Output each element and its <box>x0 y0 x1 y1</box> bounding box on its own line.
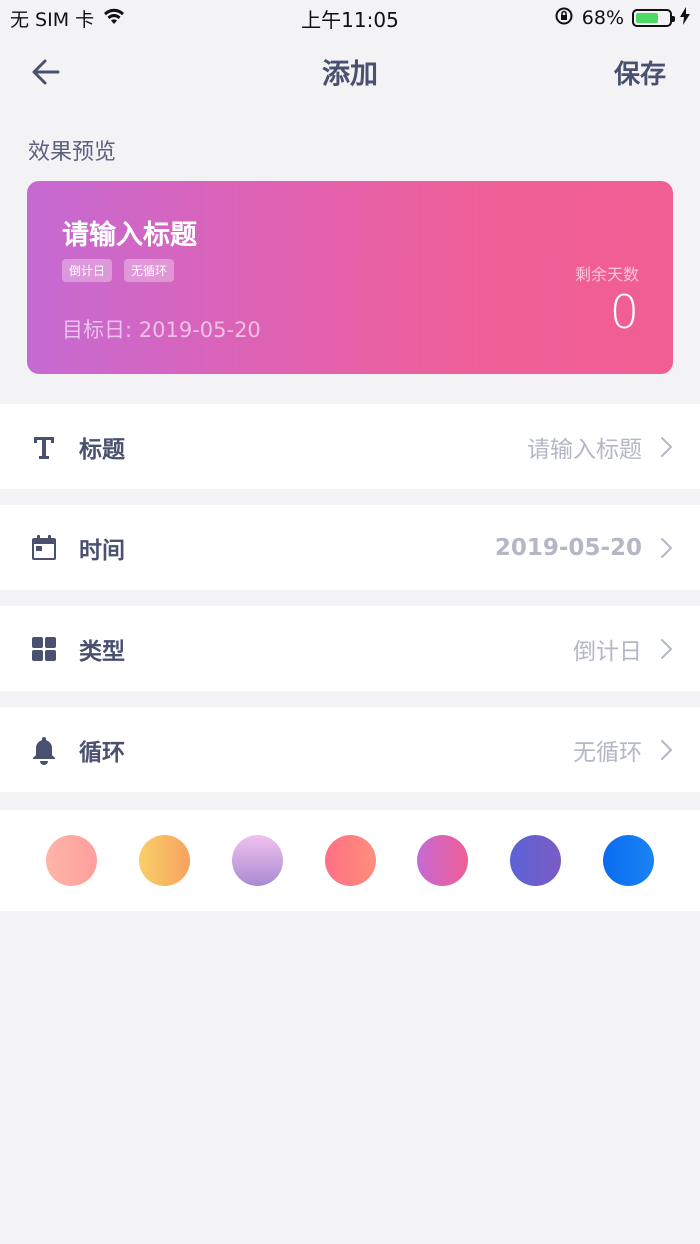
calendar-icon <box>30 534 58 562</box>
battery-icon <box>632 9 675 27</box>
save-button[interactable]: 保存 <box>614 54 666 91</box>
grid-icon <box>30 635 58 663</box>
color-swatch-5[interactable] <box>417 835 468 886</box>
repeat-row[interactable]: 循环 无循环 <box>0 707 700 792</box>
status-right: 68% <box>554 6 690 31</box>
color-swatch-1[interactable] <box>46 835 97 886</box>
title-row-value: 请输入标题 <box>527 436 642 463</box>
repeat-row-label: 循环 <box>79 739 125 766</box>
color-swatch-6[interactable] <box>510 835 561 886</box>
chevron-right-icon <box>661 537 672 558</box>
remaining-days-value: 0 <box>609 285 639 339</box>
preview-card: 请输入标题 倒计日 无循环 目标日: 2019-05-20 剩余天数 0 <box>27 181 673 374</box>
text-icon <box>30 433 58 461</box>
remaining-days-label: 剩余天数 <box>574 265 639 284</box>
back-button[interactable] <box>28 54 64 90</box>
preview-target-date: 目标日: 2019-05-20 <box>62 318 261 342</box>
tag-repeat: 无循环 <box>124 259 175 282</box>
battery-fill <box>636 13 658 23</box>
type-row[interactable]: 类型 倒计日 <box>0 606 700 691</box>
title-row-label: 标题 <box>79 436 125 463</box>
orientation-lock-icon <box>554 6 574 31</box>
battery-percent: 68% <box>581 7 624 29</box>
tag-type: 倒计日 <box>62 259 113 282</box>
chevron-right-icon <box>661 638 672 659</box>
color-swatch-3[interactable] <box>232 835 283 886</box>
arrow-left-icon <box>32 59 60 85</box>
color-swatch-4[interactable] <box>325 835 376 886</box>
title-row[interactable]: 标题 请输入标题 <box>0 404 700 489</box>
time-row[interactable]: 时间 2019-05-20 <box>0 505 700 590</box>
preview-section-label: 效果预览 <box>28 140 117 165</box>
type-row-value: 倒计日 <box>573 638 642 665</box>
carrier-label: 无 SIM 卡 <box>10 8 95 31</box>
status-bar: 无 SIM 卡 上午11:05 68% <box>0 0 700 36</box>
color-swatch-7[interactable] <box>603 835 654 886</box>
nav-bar: 添加 保存 <box>0 36 700 108</box>
wifi-icon <box>102 7 126 30</box>
time-row-label: 时间 <box>79 537 125 564</box>
chevron-right-icon <box>661 436 672 457</box>
color-swatch-2[interactable] <box>139 835 190 886</box>
color-picker <box>0 810 700 911</box>
bell-icon <box>30 736 58 765</box>
preview-title: 请输入标题 <box>62 220 197 251</box>
page-title: 添加 <box>321 57 378 90</box>
type-row-label: 类型 <box>79 638 125 665</box>
time-row-value: 2019-05-20 <box>494 534 642 561</box>
repeat-row-value: 无循环 <box>573 739 642 766</box>
chevron-right-icon <box>661 739 672 760</box>
preview-tags: 倒计日 无循环 <box>62 259 175 282</box>
charging-icon <box>680 6 690 30</box>
status-left: 无 SIM 卡 <box>10 5 126 32</box>
